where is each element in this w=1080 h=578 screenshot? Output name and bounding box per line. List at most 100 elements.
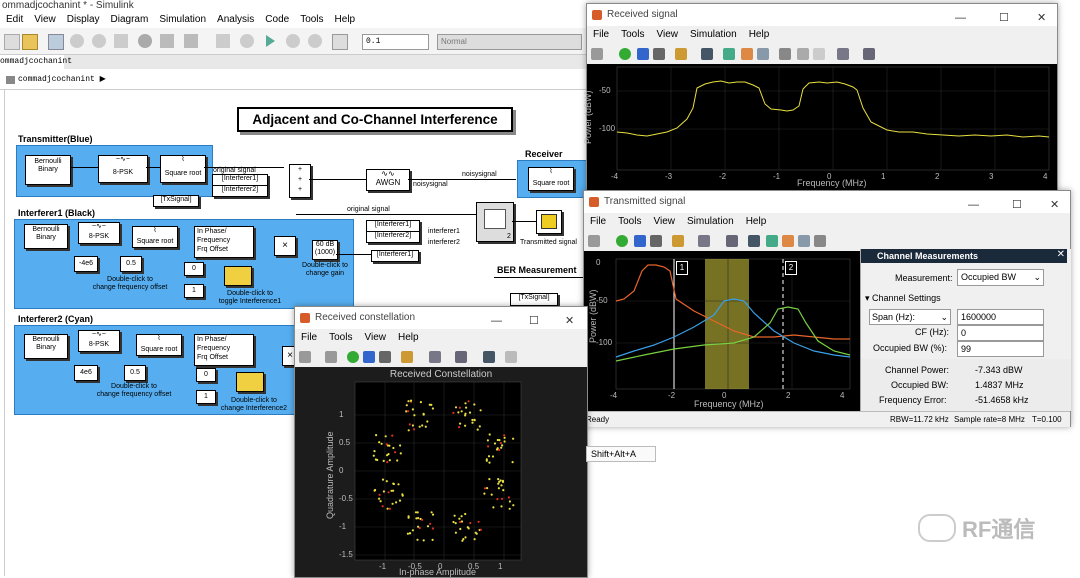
tx-sqrt-block[interactable]: ⌇ Square root: [160, 155, 206, 183]
i1-manual-switch[interactable]: [224, 266, 252, 286]
autoscale-icon[interactable]: [863, 48, 875, 60]
measure-icon[interactable]: [766, 235, 778, 247]
gear-icon[interactable]: [299, 351, 311, 363]
highlight-icon[interactable]: [675, 48, 687, 60]
zoom-icon[interactable]: [698, 235, 710, 247]
highlight-icon[interactable]: [401, 351, 413, 363]
ccdf-icon[interactable]: [813, 48, 825, 60]
save-icon[interactable]: [48, 34, 64, 50]
main-menu-view[interactable]: View: [34, 12, 56, 28]
i1-switch-const-0[interactable]: 0: [184, 262, 204, 276]
ts-menu-file[interactable]: File: [590, 213, 606, 231]
channel-settings-section[interactable]: ▾ Channel Settings: [865, 293, 941, 304]
main-menu-code[interactable]: Code: [265, 12, 289, 28]
i1-switch-const-1[interactable]: 1: [184, 284, 204, 298]
cursor-1-marker[interactable]: 1: [676, 261, 688, 275]
config-icon[interactable]: [184, 34, 198, 48]
rs-menu-help[interactable]: Help: [749, 26, 770, 44]
run-icon[interactable]: [266, 35, 275, 47]
step-icon[interactable]: [240, 34, 254, 48]
rs-menu-view[interactable]: View: [656, 26, 678, 44]
i2-bernoulli-block[interactable]: Bernoulli Binary: [24, 334, 68, 359]
main-menu-tools[interactable]: Tools: [300, 12, 323, 28]
up-icon[interactable]: [114, 34, 128, 48]
measure-icon[interactable]: [723, 48, 735, 60]
tx-bernoulli-block[interactable]: Bernoulli Binary: [25, 155, 71, 185]
stop-time-input[interactable]: 0.1: [362, 34, 429, 50]
step-icon[interactable]: [637, 48, 649, 60]
ts-menu-view[interactable]: View: [653, 213, 675, 231]
i1-gain-const[interactable]: 0.5: [120, 256, 142, 272]
channel-icon[interactable]: [814, 235, 826, 247]
zoom-icon[interactable]: [429, 351, 441, 363]
i1-goto[interactable]: [Interferer1]: [371, 250, 419, 262]
i1-product-block[interactable]: ×: [274, 236, 296, 256]
run-icon[interactable]: [616, 235, 628, 247]
rc-menu-tools[interactable]: Tools: [329, 329, 352, 347]
autoscale-icon[interactable]: [726, 235, 738, 247]
i2-freq-const[interactable]: 4e6: [74, 365, 98, 381]
span-select[interactable]: Span (Hz): ⌄: [869, 309, 951, 325]
highlight-icon[interactable]: [672, 235, 684, 247]
stop-icon[interactable]: [650, 235, 662, 247]
simulation-mode-select[interactable]: Normal: [437, 34, 582, 50]
constellation-plot-area[interactable]: Received Constellation 1 0.5 0 -0.5 -1 -1.5 -1…: [295, 367, 587, 577]
main-menu-diagram[interactable]: Diagram: [111, 12, 149, 28]
received-constellation-window[interactable]: Received constellation — ☐ ✕ File Tools Vi…: [294, 306, 588, 578]
settings-icon[interactable]: [701, 48, 713, 60]
tx-psk-block[interactable]: ~∿~ 8-PSK: [98, 155, 148, 183]
i2-sqrt-block[interactable]: ⌇ Square root: [136, 334, 182, 356]
transmitted-signal-scope-block[interactable]: [536, 210, 562, 234]
i1-psk-block[interactable]: ~∿~ 8-PSK: [78, 222, 120, 244]
rs-menu-file[interactable]: File: [593, 26, 609, 44]
i1-bernoulli-block[interactable]: Bernoulli Binary: [24, 224, 68, 249]
ber-txsignal-from[interactable]: [TxSignal]: [510, 293, 558, 306]
awgn-block[interactable]: ∿∿ AWGN: [366, 169, 410, 191]
scope-icon[interactable]: [332, 34, 348, 50]
close-icon[interactable]: ✕: [1057, 249, 1065, 260]
step-forward-icon[interactable]: [286, 34, 300, 48]
rc-menu-help[interactable]: Help: [398, 329, 419, 347]
library-icon[interactable]: [160, 34, 174, 48]
transmitted-signal-plot-area[interactable]: -4 -2 0 2 4 0 -50 -100 Frequency (MHz) Power (dBW…: [584, 251, 860, 411]
received-signal-plot-area[interactable]: Power (dBW) -4 -3 -2 -1 0 1 2 3 4 -50 -100 Frequenc…: [583, 64, 1057, 190]
sum-block[interactable]: + + +: [289, 164, 311, 198]
stop-icon[interactable]: [653, 48, 665, 60]
print-icon[interactable]: [588, 235, 600, 247]
step-icon[interactable]: [634, 235, 646, 247]
i1-freq-const[interactable]: -4e6: [74, 256, 98, 272]
i2-manual-switch[interactable]: [236, 372, 264, 392]
new-icon[interactable]: [4, 34, 20, 50]
stop-icon[interactable]: [379, 351, 391, 363]
autoscale-icon[interactable]: [455, 351, 467, 363]
main-menu-help[interactable]: Help: [335, 12, 356, 28]
run-icon[interactable]: [619, 48, 631, 60]
print-icon[interactable]: [325, 351, 337, 363]
rc-menu-view[interactable]: View: [364, 329, 386, 347]
i2-phase-freq-block[interactable]: In Phase/ Frequency Frq Offset: [194, 334, 254, 366]
peak-icon[interactable]: [741, 48, 753, 60]
measurement-select[interactable]: Occupied BW ⌄: [957, 269, 1044, 286]
step-icon[interactable]: [363, 351, 375, 363]
rx-sqrt-block[interactable]: ⌇ Square root: [528, 167, 574, 191]
transmitted-signal-window[interactable]: Transmitted signal — ☐ ✕ File Tools View Si…: [583, 190, 1071, 427]
tab-model[interactable]: ommadjcochanint: [0, 55, 72, 69]
run-icon[interactable]: [347, 351, 359, 363]
back-icon[interactable]: [70, 34, 84, 48]
cf-input[interactable]: 0: [957, 325, 1044, 341]
breadcrumb[interactable]: commadjcochanint ▶: [0, 71, 608, 90]
distortion-icon[interactable]: [797, 48, 809, 60]
ts-menu-help[interactable]: Help: [746, 213, 767, 231]
obw-input[interactable]: 99: [957, 341, 1044, 357]
zoom-icon[interactable]: [837, 48, 849, 60]
main-menu-edit[interactable]: Edit: [6, 12, 23, 28]
settings-icon[interactable]: [483, 351, 495, 363]
interferer2-from[interactable]: [Interferer2]: [366, 231, 420, 243]
i2-switch-const-0[interactable]: 0: [196, 368, 216, 382]
i1-phase-freq-block[interactable]: In Phase/ Frequency Frq Offset: [194, 226, 254, 258]
rc-menu-file[interactable]: File: [301, 329, 317, 347]
i2-switch-const-1[interactable]: 1: [196, 390, 216, 404]
main-menu-display[interactable]: Display: [67, 12, 100, 28]
forward-icon[interactable]: [92, 34, 106, 48]
interferer2-goto[interactable]: [Interferer2]: [212, 185, 268, 197]
